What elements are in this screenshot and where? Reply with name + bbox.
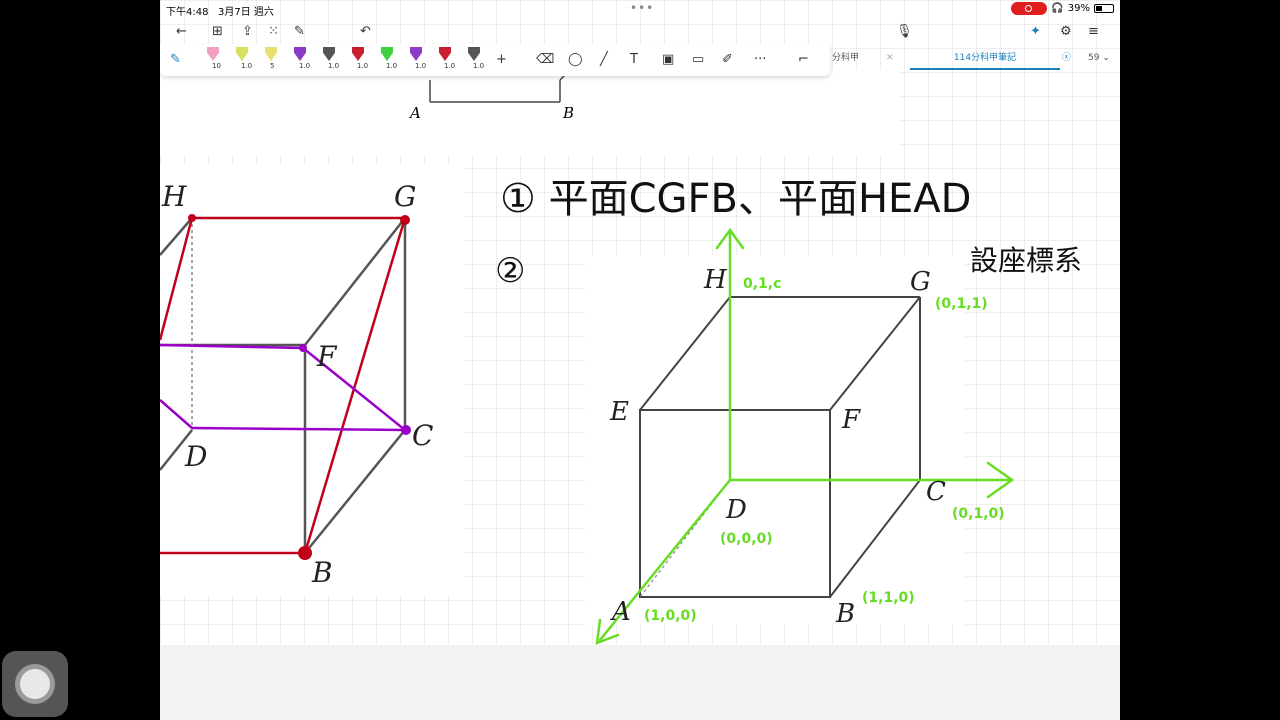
apps-icon[interactable]: ⁙ — [268, 24, 279, 39]
right-cube-label-d: D — [725, 495, 747, 525]
notebook-tabs: 分科甲 ✕ 114分科甲筆記 ⓧ 59 ⌄ — [830, 48, 1120, 70]
undo-icon[interactable]: ↶ — [360, 24, 371, 39]
screen-record-icon[interactable] — [1011, 2, 1048, 15]
pen-tip — [410, 47, 422, 61]
lasso-select-icon[interactable]: ⌐ — [798, 52, 809, 67]
pen-mode-icon[interactable]: ✎ — [170, 52, 181, 67]
pen-size-label: 1.0 — [241, 62, 253, 70]
status-time: 下午4:48 — [166, 7, 209, 18]
ai-sparkle-icon[interactable]: ✦ — [1030, 24, 1041, 39]
pen-tip — [381, 47, 393, 61]
edit-page-icon[interactable]: ✎ — [294, 24, 305, 39]
right-cube-label-e: E — [609, 397, 629, 427]
add-pen-button[interactable]: + — [496, 52, 507, 67]
grid-view-icon[interactable]: ⊞ — [212, 24, 223, 39]
pen-size-label: 1.0 — [415, 62, 427, 70]
note-line-1: ① 平面CGFB、平面HEAD — [500, 176, 971, 222]
left-cube-label-g: G — [394, 180, 416, 213]
pen-tip — [352, 47, 364, 61]
comment-icon[interactable]: ▭ — [692, 52, 704, 67]
note-side: 設座標系 — [970, 244, 1082, 277]
note-line-2: ② — [495, 251, 525, 291]
pen-icon[interactable]: 1.0 — [233, 47, 253, 71]
pen-tip — [294, 47, 306, 61]
pen-size-label: 10 — [212, 62, 221, 70]
pen-icon[interactable]: 1.0 — [378, 47, 398, 71]
right-cube-label-b: B — [835, 599, 855, 629]
microphone-icon[interactable]: 🎙 — [896, 24, 913, 39]
pen-size-label: 5 — [270, 62, 275, 70]
bottom-margin — [160, 645, 1120, 720]
pen-size-label: 1.0 — [299, 62, 311, 70]
tab-active-close-icon[interactable]: ⓧ — [1062, 48, 1071, 68]
lasso-icon[interactable]: ◯ — [568, 52, 583, 67]
pasted-image-top — [160, 70, 900, 155]
drawing-toolbar: ✎ 10 1.0 5 1.0 1.0 1.0 1.0 1.0 1.0 1.0 + ⌫ ◯ ╱ T … — [160, 44, 830, 76]
left-cube-label-h: H — [161, 180, 187, 213]
back-arrow-icon[interactable]: ← — [176, 24, 187, 39]
headphones-icon: 🎧 — [1051, 3, 1064, 14]
left-cube-label-f: F — [316, 340, 338, 373]
pen-tip — [323, 47, 335, 61]
left-cube-label-c: C — [412, 419, 433, 452]
app-toolbar-top: ← ⊞ ⇪ ⁙ ✎ ↶ 🎙 ✦ ⚙ ≡ — [160, 20, 1120, 44]
tab-count[interactable]: 59 ⌄ — [1088, 48, 1110, 68]
pen-tip — [468, 47, 480, 61]
multitask-dots-icon[interactable]: ••• — [630, 1, 654, 15]
coord-label-b: (1,1,0) — [862, 590, 915, 606]
battery-percent: 39% — [1067, 3, 1090, 14]
pen-icon[interactable]: 10 — [204, 47, 222, 71]
right-cube-label-h: H — [703, 265, 728, 295]
pen-icon[interactable]: 5 — [262, 47, 280, 71]
status-bar: 下午4:48 3月7日 週六 ••• 🎧 39% — [160, 0, 1120, 18]
image-icon[interactable]: ▣ — [662, 52, 674, 67]
pen-icon[interactable]: 1.0 — [407, 47, 427, 71]
status-date: 3月7日 週六 — [218, 7, 274, 18]
pen-icon[interactable]: 1.0 — [436, 47, 456, 71]
coord-label-h: 0,1,c — [743, 276, 781, 292]
pen-size-label: 1.0 — [473, 62, 485, 70]
coord-label-g: (0,1,1) — [935, 296, 988, 312]
page-settings-icon[interactable]: ⚙ — [1060, 24, 1072, 39]
pen-size-label: 1.0 — [357, 62, 369, 70]
text-icon[interactable]: T — [630, 52, 638, 67]
coord-label-d: (0,0,0) — [720, 531, 773, 547]
coord-label-c: (0,1,0) — [952, 506, 1005, 522]
notes-app-screen: A B H G F D C B H G E F D C A B 0,1,c (0… — [160, 0, 1120, 720]
right-cube-label-a: A — [610, 597, 631, 627]
left-cube-label-d: D — [184, 440, 207, 473]
pen-icon[interactable]: 1.0 — [349, 47, 369, 71]
tab-close-icon[interactable]: ✕ — [886, 48, 894, 68]
left-cube-label-b: B — [311, 556, 333, 589]
pen-size-label: 1.0 — [444, 62, 456, 70]
pen-icon[interactable]: 1.0 — [291, 47, 311, 71]
right-cube-label-c: C — [926, 477, 946, 507]
eraser-icon[interactable]: ⌫ — [536, 52, 554, 67]
pen-icon[interactable]: 1.0 — [465, 47, 485, 71]
tab-inactive[interactable]: 分科甲 — [832, 48, 859, 68]
coord-label-a: (1,0,0) — [644, 608, 697, 624]
assistive-touch-button[interactable] — [2, 651, 68, 717]
pen-tip — [439, 47, 451, 61]
pen-size-label: 1.0 — [328, 62, 340, 70]
tab-active[interactable]: 114分科甲筆記 — [910, 48, 1060, 70]
pen-tip — [265, 47, 277, 61]
note-canvas[interactable]: A B H G F D C B H G E F D C A B 0,1,c (0… — [160, 0, 1120, 645]
top-cube-label-b: B — [562, 104, 574, 122]
pen-icon[interactable]: 1.0 — [320, 47, 340, 71]
menu-icon[interactable]: ≡ — [1088, 24, 1099, 39]
top-cube-label-a: A — [408, 104, 421, 122]
laser-icon[interactable]: ✐ — [722, 52, 733, 67]
pen-size-label: 1.0 — [386, 62, 398, 70]
line-icon[interactable]: ╱ — [600, 52, 608, 67]
pen-tip — [207, 47, 219, 61]
right-cube-label-f: F — [841, 405, 861, 435]
right-cube-label-g: G — [910, 267, 931, 297]
pen-tip — [236, 47, 248, 61]
more-tools-button[interactable]: ··· — [754, 52, 766, 67]
share-icon[interactable]: ⇪ — [242, 24, 253, 39]
battery-icon — [1094, 4, 1114, 13]
